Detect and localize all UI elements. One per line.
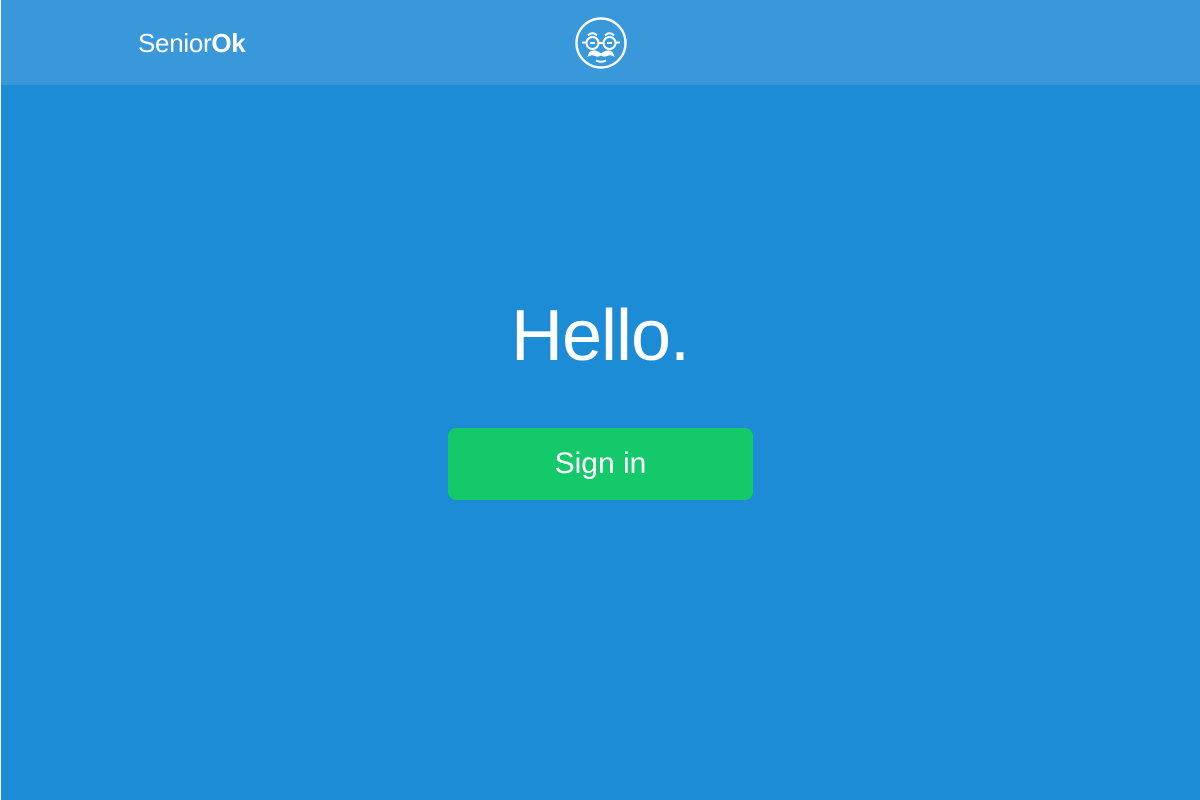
sign-in-button[interactable]: Sign in [448,428,753,500]
brand-suffix: Ok [211,28,246,58]
brand-wordmark[interactable]: SeniorOk [138,27,246,59]
senior-face-icon [575,17,627,69]
hero-greeting: Hello. [510,296,690,376]
senior-face-logo-icon [575,17,627,69]
window-edge [0,0,1,800]
brand-prefix: Senior [138,28,212,58]
top-navigation-bar: SeniorOk [1,0,1200,85]
